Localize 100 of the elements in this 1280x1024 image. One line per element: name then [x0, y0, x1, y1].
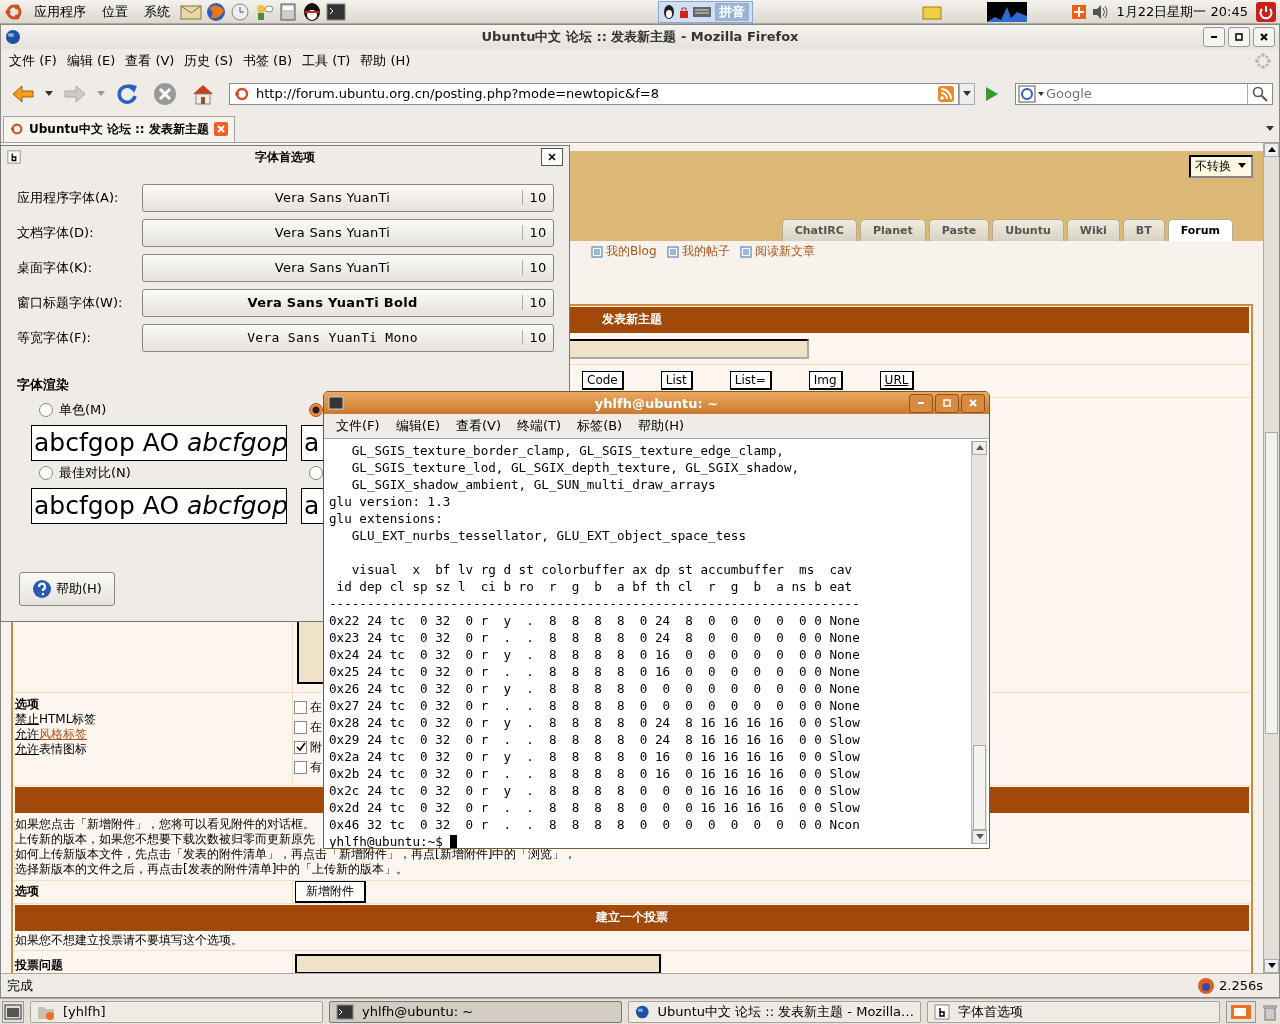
site-tab[interactable]: Forum	[1167, 218, 1233, 241]
feed-icon[interactable]	[938, 85, 954, 102]
terminal-line: 0x25 24 tc 0 32 0 r . . 8 8 8 8 0 16 0 0 0 0 0 0 0 None	[329, 663, 861, 680]
menu-item[interactable]: 书签 (B)	[240, 52, 301, 71]
clock-icon[interactable]	[230, 1, 250, 22]
taskbar-button[interactable]: 字体首选项	[927, 1000, 1220, 1023]
font-button[interactable]: Vera Sans YuanTi 10	[142, 218, 554, 247]
checkbox[interactable]	[294, 720, 307, 734]
minimize-button[interactable]	[1203, 26, 1225, 47]
menu-item[interactable]: 帮助 (H)	[358, 52, 419, 71]
power-icon[interactable]	[1256, 1, 1276, 22]
close-icon	[547, 152, 557, 162]
search-box[interactable]: Google	[1015, 82, 1273, 105]
terminal-icon[interactable]	[326, 1, 346, 22]
reload-icon[interactable]	[115, 81, 139, 106]
minimize-button[interactable]	[909, 393, 933, 413]
bbcode-link[interactable]: 风格标签	[39, 726, 87, 742]
volume-icon[interactable]	[1090, 3, 1109, 20]
user-link[interactable]: 阅读新文章	[739, 243, 815, 261]
font-button[interactable]: Vera Sans YuanTi 10	[142, 183, 554, 212]
menu-item[interactable]: 编辑 (E)	[64, 52, 124, 71]
taskbar-button[interactable]: Ubuntu中文 论坛 :: 发表新主题 - Mozilla…	[628, 1000, 921, 1023]
bbcode-button[interactable]: List=	[729, 371, 772, 391]
help-link[interactable]: 禁止	[15, 711, 39, 727]
address-bar[interactable]: http://forum.ubuntu.org.cn/posting.php?mode=newtopic&f=8	[229, 82, 959, 105]
option-text: 表情图标	[39, 741, 87, 757]
user-link[interactable]: 我的帖子	[666, 243, 730, 261]
maximize-button[interactable]	[1228, 26, 1250, 47]
section-header: 建立一个投票	[15, 904, 1249, 931]
close-button[interactable]	[1253, 26, 1275, 47]
scrollbar[interactable]	[971, 441, 987, 844]
font-button[interactable]: Vera Sans YuanTi Bold 10	[142, 288, 554, 317]
site-tab[interactable]: Planet	[859, 218, 926, 241]
maximize-button[interactable]	[935, 393, 959, 413]
close-button[interactable]	[541, 148, 563, 166]
checkbox-label: 有	[310, 758, 322, 776]
arrow-up-icon[interactable]	[975, 445, 984, 451]
menu-item[interactable]: 历史 (S)	[182, 52, 241, 71]
taskbar-button[interactable]: [yhlfh]	[30, 1000, 323, 1023]
bbcode-button[interactable]: Code	[582, 371, 624, 391]
menu-item[interactable]: 工具 (T)	[300, 52, 359, 71]
site-tab[interactable]: ChatIRC	[781, 218, 857, 241]
globe-icon[interactable]	[206, 1, 226, 22]
radio-button[interactable]	[39, 403, 53, 417]
workspace-switcher[interactable]	[1226, 1000, 1256, 1023]
close-icon[interactable]	[213, 122, 228, 137]
help-link[interactable]: 允许	[15, 741, 39, 757]
show-desktop-button[interactable]	[2, 1000, 24, 1023]
scrollbar-thumb[interactable]	[1265, 431, 1278, 734]
arrow-up-icon[interactable]	[1267, 146, 1276, 153]
terminal-line: 0x23 24 tc 0 32 0 r . . 8 8 8 8 0 24 8 0 0 0 0 0 0 None	[329, 629, 861, 646]
site-tab[interactable]: Ubuntu	[992, 218, 1064, 241]
penguin-icon[interactable]	[302, 1, 322, 22]
scrollbar[interactable]	[1263, 142, 1279, 974]
font-label: 文档字体(D):	[17, 223, 95, 242]
menu-item[interactable]: 标签(B)	[577, 417, 623, 435]
font-sample: abcfgop AO abcfgop	[31, 425, 287, 461]
checkbox[interactable]	[294, 740, 307, 754]
font-button[interactable]: Vera Sans YuanTi Mono 10	[142, 323, 554, 352]
checkbox[interactable]	[294, 760, 307, 774]
browser-tab[interactable]: Ubuntu中文 论坛 :: 发表新主题	[3, 115, 235, 142]
add-attachment-button[interactable]: 新增附件	[295, 880, 366, 903]
help-link[interactable]: 允许	[15, 726, 39, 742]
bbcode-button[interactable]: URL	[879, 371, 915, 391]
panel-menu[interactable]: 应用程序	[28, 2, 92, 21]
update-icon[interactable]	[1070, 3, 1087, 20]
close-button[interactable]	[961, 393, 985, 413]
system-monitor-icon[interactable]	[986, 1, 1027, 22]
convert-select[interactable]: 不转换	[1189, 154, 1253, 178]
font-button[interactable]: Vera Sans YuanTi 10	[142, 253, 554, 282]
option-text: HTML标签	[39, 711, 97, 727]
bbcode-button[interactable]: Img	[808, 371, 843, 391]
site-tab[interactable]: Wiki	[1066, 218, 1120, 241]
arrow-down-icon[interactable]	[1267, 963, 1276, 970]
history-dropdown-button[interactable]	[959, 82, 975, 105]
taskbar-button[interactable]: yhlfh@ubuntu: ~	[329, 1000, 622, 1023]
site-tab[interactable]: BT	[1122, 218, 1165, 241]
scrollbar-thumb[interactable]	[973, 745, 986, 830]
bbcode-button[interactable]: List	[660, 371, 693, 391]
radio-button[interactable]	[39, 466, 53, 480]
clock[interactable]: 1月22日星期一 20:45	[1112, 2, 1252, 21]
url-text: http://forum.ubuntu.org.cn/posting.php?mode=newtopic&f=8	[256, 86, 659, 102]
menu-item[interactable]: 查看 (V)	[123, 52, 183, 71]
radio-button[interactable]	[309, 403, 323, 417]
throbber-icon	[1255, 53, 1271, 70]
user-link[interactable]: 我的Blog	[591, 243, 657, 261]
help-button[interactable]: 帮助(H)	[19, 572, 115, 606]
panel-menu[interactable]: 系统	[138, 2, 176, 21]
arrow-down-icon[interactable]	[975, 834, 984, 840]
menu-item[interactable]: 帮助(H)	[638, 417, 685, 435]
poll-question-field[interactable]	[295, 953, 661, 974]
mail-icon[interactable]	[180, 2, 202, 21]
stop-icon[interactable]	[153, 81, 177, 106]
search-engine-icon[interactable]	[1018, 84, 1044, 103]
checkbox[interactable]	[294, 700, 307, 714]
site-tab[interactable]: Paste	[928, 218, 990, 241]
panel-menu[interactable]: 位置	[96, 2, 134, 21]
radio-button[interactable]	[309, 466, 323, 480]
caret-icon[interactable]	[45, 90, 53, 97]
menu-item[interactable]: 文件 (F)	[7, 52, 65, 71]
